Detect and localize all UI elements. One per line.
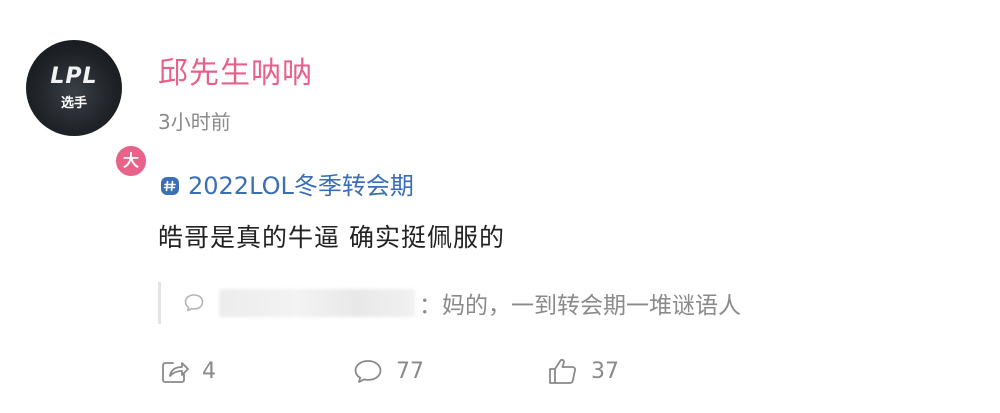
topic-hash-icon [160,174,180,195]
share-icon [160,357,190,385]
avatar-sub-text: 选手 [60,96,87,111]
comment-button[interactable]: 77 [352,357,522,385]
avatar[interactable]: LPL 选手 大 [26,40,148,178]
share-button[interactable]: 4 [160,357,320,385]
comment-count: 77 [396,358,424,384]
comment-icon [352,357,384,385]
quote-text: ：妈的，一到转会期一堆谜语人 [419,293,741,319]
like-count: 37 [591,358,619,384]
topic-link[interactable]: 2022LOL冬季转会期 [160,166,414,201]
share-count: 4 [202,358,216,384]
action-bar: 4 77 37 [160,356,619,386]
post-timestamp: 3小时前 [158,110,231,134]
like-button[interactable]: 37 [547,356,619,386]
username-link[interactable]: 邱先生呐呐 [158,48,313,92]
avatar-logo-text: LPL [50,64,98,89]
like-icon [547,356,579,386]
quote-bubble-icon [183,292,205,314]
blurred-username [219,289,415,317]
topic-label: 2022LOL冬季转会期 [188,172,414,200]
verified-badge: 大 [114,144,148,178]
quoted-comment[interactable]: ：妈的，一到转会期一堆谜语人 [158,282,741,324]
post-content: 皓哥是真的牛逼 确实挺佩服的 [158,223,505,252]
